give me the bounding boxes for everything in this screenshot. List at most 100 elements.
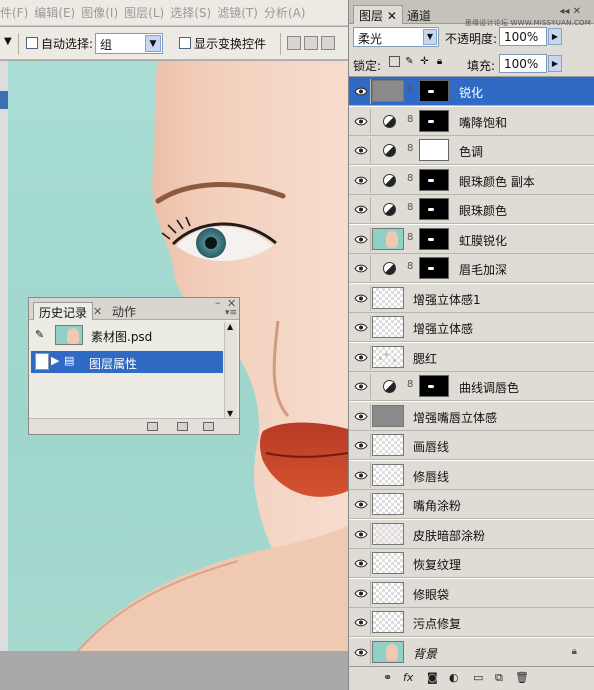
visibility-eye-icon[interactable] [351, 197, 371, 222]
layer-row[interactable]: 8 眼珠颜色 [349, 195, 594, 224]
brush-source-box[interactable] [35, 353, 49, 370]
mask-link-icon[interactable]: 8 [407, 84, 413, 95]
visibility-eye-icon[interactable] [351, 521, 371, 547]
align-top-icon[interactable] [287, 36, 301, 50]
layer-mask-thumbnail[interactable] [419, 198, 449, 220]
layer-mask-thumbnail[interactable] [419, 168, 449, 191]
history-step[interactable]: ▶ ▤ 图层属性 [31, 351, 223, 373]
layer-mask-thumbnail[interactable] [419, 227, 449, 250]
history-snapshot[interactable]: ✎ 素材图.psd [31, 324, 223, 346]
auto-select-dropdown[interactable]: 组 ▼ [95, 33, 163, 54]
layer-row[interactable]: 背景 🔒︎ [349, 637, 594, 667]
visibility-eye-icon[interactable] [351, 551, 371, 576]
tab-history[interactable]: 历史记录 [33, 302, 94, 320]
tab-layers[interactable]: 图层 ✕ [353, 5, 403, 24]
visibility-eye-icon[interactable] [351, 138, 371, 163]
menu-item-select[interactable]: 选择(S) [170, 4, 211, 21]
mask-link-icon[interactable]: 8 [407, 173, 413, 184]
minimize-icon[interactable]: – [215, 296, 221, 309]
mask-link-icon[interactable]: 8 [407, 143, 413, 154]
brush-source-icon[interactable]: ✎ [35, 328, 44, 341]
layer-row[interactable]: 恢复纹理 [349, 549, 594, 578]
lock-paint-icon[interactable]: ✎ [404, 56, 415, 67]
layer-row[interactable]: 污点修复 [349, 608, 594, 637]
layer-row[interactable]: 8 色调 [349, 136, 594, 165]
layer-row[interactable]: 8 锐化 [349, 77, 594, 106]
opacity-input[interactable]: 100% [499, 27, 547, 46]
lock-all-icon[interactable]: 🔒︎ [434, 56, 445, 67]
trash-icon[interactable]: 🗑︎ [515, 671, 529, 684]
menu-item-analysis[interactable]: 分析(A) [264, 4, 306, 21]
fill-slider-arrow-icon[interactable]: ▶ [548, 55, 562, 72]
scroll-down-icon[interactable]: ▼ [227, 409, 233, 418]
lock-transparency-icon[interactable] [389, 56, 400, 67]
layer-row[interactable]: 8 嘴降饱和 [349, 106, 594, 136]
opacity-slider-arrow-icon[interactable]: ▶ [548, 28, 562, 45]
mask-link-icon[interactable]: 8 [407, 114, 413, 125]
visibility-eye-icon[interactable] [351, 433, 371, 458]
layer-row[interactable]: 8 虹膜锐化 [349, 224, 594, 254]
visibility-eye-icon[interactable] [351, 639, 371, 665]
menu-item-edit[interactable]: 编辑(E) [34, 4, 75, 21]
new-document-from-state-icon[interactable] [147, 422, 158, 431]
visibility-eye-icon[interactable] [351, 610, 371, 635]
visibility-eye-icon[interactable] [351, 374, 371, 399]
layer-row[interactable]: 增强立体感1 [349, 283, 594, 313]
layer-mask-thumbnail[interactable] [419, 109, 449, 132]
visibility-eye-icon[interactable] [351, 167, 371, 193]
visibility-eye-icon[interactable] [351, 256, 371, 281]
tab-channels[interactable]: 通道 [407, 7, 431, 24]
blend-mode-dropdown[interactable]: 柔光 ▼ [353, 27, 439, 47]
layer-row[interactable]: 8 眉毛加深 [349, 254, 594, 283]
visibility-eye-icon[interactable] [351, 492, 371, 517]
layer-mask-thumbnail[interactable] [419, 80, 449, 102]
tab-actions[interactable]: 动作 [107, 302, 141, 320]
layer-mask-thumbnail[interactable] [419, 257, 449, 279]
visibility-eye-icon[interactable] [351, 226, 371, 252]
layer-row[interactable]: 腮红 [349, 342, 594, 372]
panel-menu-icon[interactable]: ▾≡ [225, 308, 237, 318]
tool-preset-arrow-icon[interactable]: ▼ [4, 36, 12, 47]
lock-position-icon[interactable]: ✛ [419, 56, 430, 67]
visibility-eye-icon[interactable] [351, 344, 371, 370]
add-mask-icon[interactable]: ◙ [427, 671, 438, 684]
panel-menu-icon[interactable]: ◂◂ ✕ [559, 6, 581, 17]
layer-row[interactable]: 修唇线 [349, 460, 594, 490]
visibility-eye-icon[interactable] [351, 315, 371, 340]
new-group-icon[interactable]: ▭ [473, 671, 483, 684]
mask-link-icon[interactable]: 8 [407, 232, 413, 243]
menu-item-layer[interactable]: 图层(L) [124, 4, 164, 21]
menu-item-file[interactable]: 件(F) [0, 4, 28, 21]
menu-item-filter[interactable]: 滤镜(T) [217, 4, 258, 21]
layer-row[interactable]: 修眼袋 [349, 578, 594, 608]
mask-link-icon[interactable]: 8 [407, 261, 413, 272]
visibility-eye-icon[interactable] [351, 580, 371, 606]
new-layer-icon[interactable]: ⧉ [495, 671, 503, 685]
menu-item-image[interactable]: 图像(I) [81, 4, 118, 21]
close-icon[interactable]: ✕ [93, 305, 102, 318]
align-bottom-icon[interactable] [321, 36, 335, 50]
layer-row[interactable]: 8 眼珠颜色 副本 [349, 165, 594, 195]
layer-row[interactable]: 皮肤暗部涂粉 [349, 519, 594, 549]
layer-row[interactable]: 增强立体感 [349, 313, 594, 342]
align-middle-icon[interactable] [304, 36, 318, 50]
snapshot-camera-icon[interactable] [177, 422, 188, 431]
visibility-eye-icon[interactable] [351, 403, 371, 429]
mask-link-icon[interactable]: 8 [407, 379, 413, 390]
visibility-eye-icon[interactable] [351, 285, 371, 311]
history-scrollbar[interactable]: ▲ ▼ [224, 322, 237, 418]
auto-select-checkbox[interactable] [26, 37, 38, 49]
layer-mask-thumbnail[interactable] [419, 139, 449, 161]
visibility-eye-icon[interactable] [351, 108, 371, 134]
link-layers-icon[interactable]: ⚭ [383, 671, 392, 684]
layer-style-fx-icon[interactable]: fx [403, 671, 413, 684]
layer-row[interactable]: 增强嘴唇立体感 [349, 401, 594, 431]
show-transform-checkbox[interactable] [179, 37, 191, 49]
fill-input[interactable]: 100% [499, 54, 547, 73]
trash-icon[interactable] [203, 422, 214, 431]
scroll-up-icon[interactable]: ▲ [227, 322, 233, 331]
layer-row[interactable]: 画唇线 [349, 431, 594, 460]
layer-row[interactable]: 嘴角涂粉 [349, 490, 594, 519]
layer-mask-thumbnail[interactable] [419, 375, 449, 397]
adjustment-layer-icon[interactable]: ◐ [449, 671, 459, 684]
